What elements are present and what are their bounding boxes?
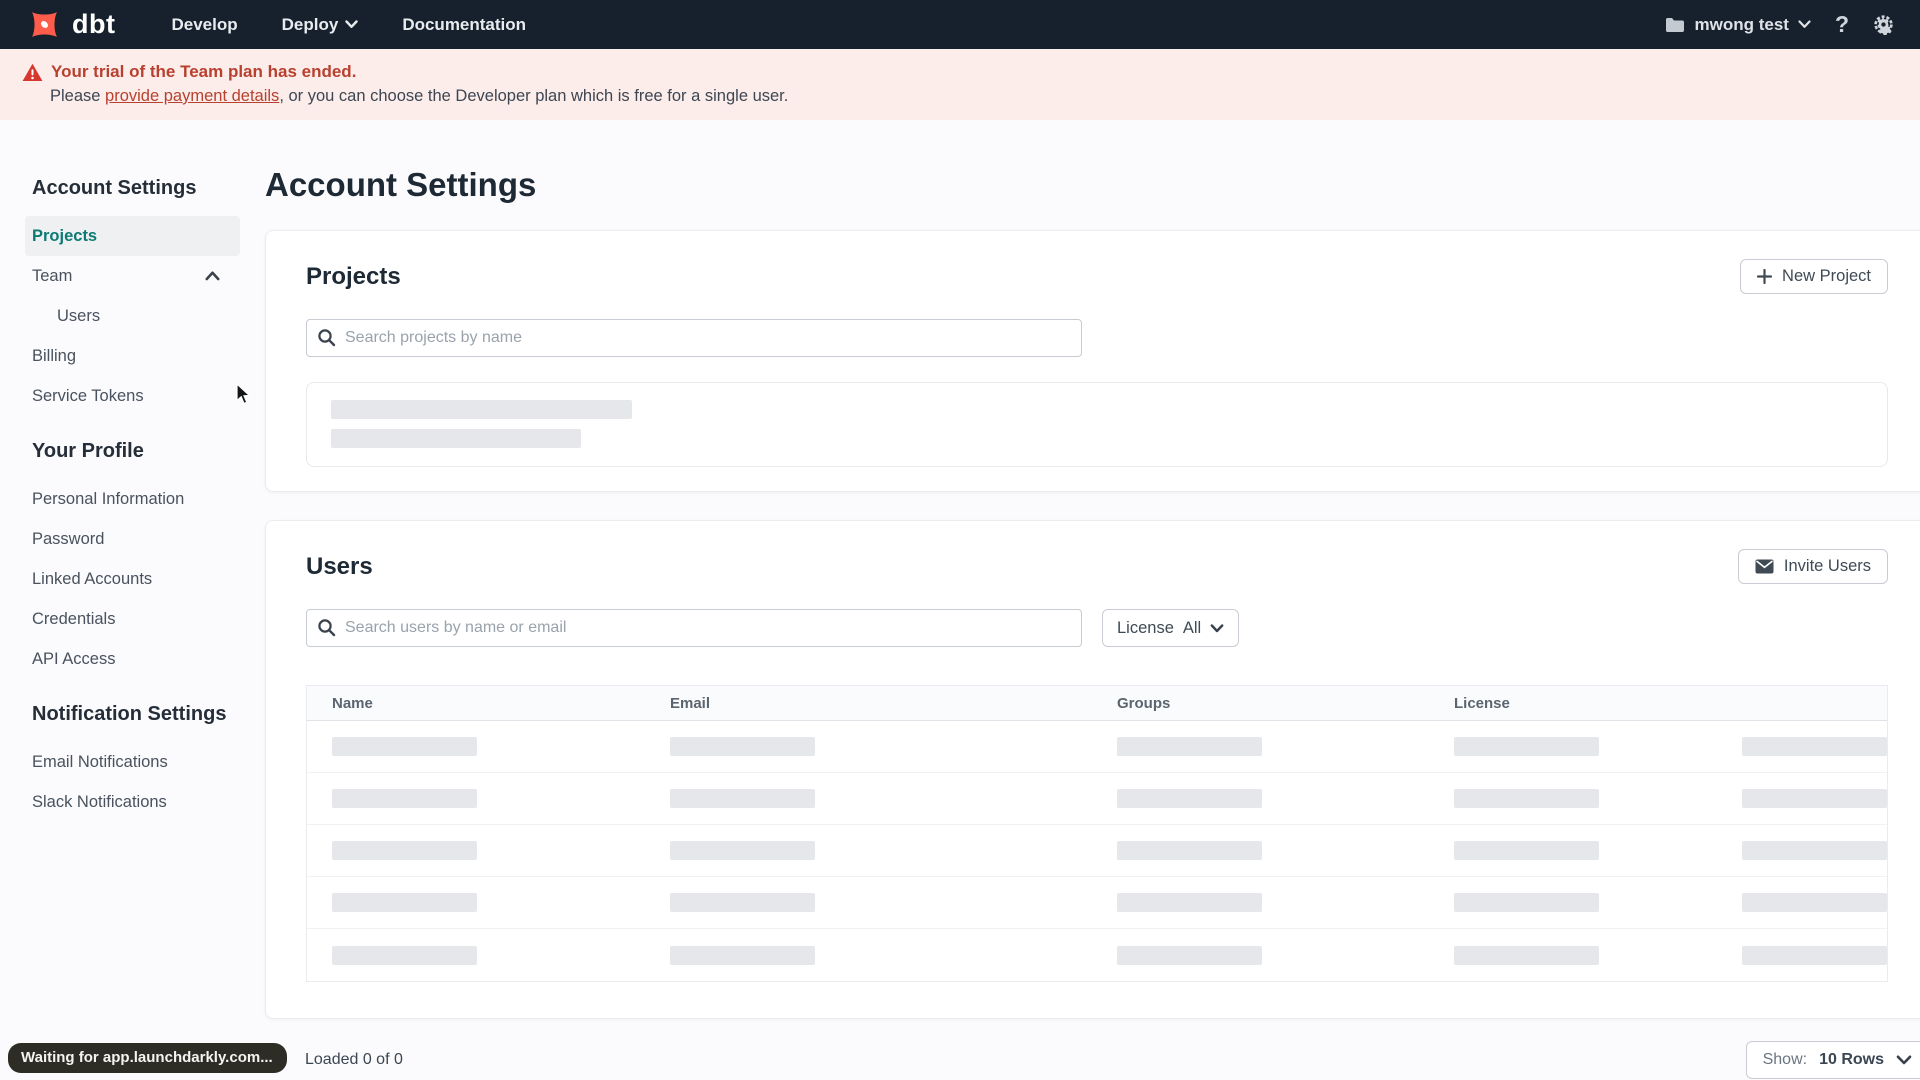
trial-ended-banner: Your trial of the Team plan has ended. P… — [0, 49, 1920, 120]
users-card: Users Invite Users License All — [265, 520, 1920, 1019]
sidebar-item-slack-notifications[interactable]: Slack Notifications — [25, 782, 240, 822]
sidebar-item-api-access[interactable]: API Access — [25, 639, 240, 679]
chevron-down-icon — [1798, 20, 1811, 29]
main-content: Account Settings Projects New Project Se… — [265, 120, 1920, 1079]
skeleton-bar — [670, 789, 815, 808]
skeleton-bar — [331, 429, 581, 448]
users-table: Name Email Groups License — [306, 685, 1888, 982]
sidebar-item-users[interactable]: Users — [25, 296, 240, 336]
table-row-skeleton — [307, 825, 1887, 877]
search-icon — [317, 618, 336, 642]
chevron-down-icon — [345, 20, 359, 29]
nav-deploy[interactable]: Deploy — [282, 15, 359, 35]
users-list-footer: Loaded 0 of 0 Show: 10 Rows — [265, 1041, 1920, 1079]
loaded-count: Loaded 0 of 0 — [305, 1051, 403, 1068]
nav-documentation[interactable]: Documentation — [402, 15, 526, 35]
top-nav: dbt Develop Deploy Documentation mwong t… — [0, 0, 1920, 49]
column-header-email: Email — [670, 694, 711, 712]
nav-links: Develop Deploy Documentation — [171, 15, 526, 35]
table-row-skeleton — [307, 773, 1887, 825]
chevron-up-icon — [205, 271, 220, 281]
page-title: Account Settings — [265, 166, 537, 203]
dbt-logo-text: dbt — [72, 9, 116, 39]
rows-per-page-dropdown[interactable]: Show: 10 Rows — [1745, 1041, 1920, 1079]
sidebar-item-email-notifications[interactable]: Email Notifications — [25, 742, 240, 782]
column-header-groups: Groups — [1117, 694, 1171, 712]
skeleton-bar — [670, 841, 815, 860]
dbt-logo-icon — [26, 6, 63, 43]
skeleton-bar — [332, 737, 477, 756]
sidebar-item-service-tokens[interactable]: Service Tokens — [25, 376, 240, 416]
help-icon[interactable]: ? — [1835, 11, 1849, 38]
sidebar-item-linked-accounts[interactable]: Linked Accounts — [25, 559, 240, 599]
skeleton-bar — [1742, 893, 1887, 912]
account-switcher[interactable]: mwong test — [1665, 14, 1811, 35]
users-section-title: Users — [306, 552, 373, 580]
project-loading-placeholder — [306, 382, 1888, 467]
sidebar-header-notification-settings: Notification Settings — [32, 703, 227, 725]
skeleton-bar — [331, 400, 632, 419]
skeleton-bar — [332, 893, 477, 912]
sidebar-header-your-profile: Your Profile — [32, 440, 144, 462]
sidebar-header-account-settings: Account Settings — [32, 177, 197, 199]
chevron-down-icon — [1210, 623, 1224, 633]
envelope-icon — [1755, 559, 1774, 574]
skeleton-bar — [1742, 945, 1887, 965]
projects-card: Projects New Project — [265, 230, 1920, 492]
column-header-license: License — [1454, 694, 1510, 712]
skeleton-bar — [1117, 945, 1262, 965]
skeleton-bar — [1117, 893, 1262, 912]
banner-body: Please provide payment details, or you c… — [50, 87, 789, 105]
folder-icon — [1665, 17, 1685, 33]
sidebar-item-personal-information[interactable]: Personal Information — [25, 479, 240, 519]
invite-users-button[interactable]: Invite Users — [1737, 549, 1888, 584]
skeleton-bar — [1117, 737, 1262, 756]
sidebar-item-credentials[interactable]: Credentials — [25, 599, 240, 639]
skeleton-bar — [670, 945, 815, 965]
banner-title: Your trial of the Team plan has ended. — [51, 62, 357, 81]
payment-details-link[interactable]: provide payment details — [105, 87, 279, 105]
sidebar-item-billing[interactable]: Billing — [25, 336, 240, 376]
skeleton-bar — [1117, 789, 1262, 808]
users-table-header: Name Email Groups License — [307, 686, 1887, 721]
dbt-logo[interactable]: dbt — [26, 6, 115, 43]
skeleton-bar — [332, 841, 477, 860]
plus-icon — [1757, 269, 1773, 284]
skeleton-bar — [670, 737, 815, 756]
table-row-skeleton — [307, 929, 1887, 981]
skeleton-bar — [670, 893, 815, 912]
projects-search-input[interactable] — [306, 319, 1082, 357]
column-header-name: Name — [332, 694, 373, 712]
nav-right: mwong test ? — [1665, 11, 1894, 38]
settings-sidebar: Account Settings Projects Team Users Bil… — [0, 120, 265, 1078]
users-search-input[interactable] — [306, 609, 1082, 647]
skeleton-bar — [1454, 841, 1599, 860]
sidebar-item-password[interactable]: Password — [25, 519, 240, 559]
mouse-cursor — [236, 382, 253, 410]
table-row-skeleton — [307, 721, 1887, 773]
sidebar-item-projects[interactable]: Projects — [25, 216, 240, 256]
skeleton-bar — [1454, 737, 1599, 756]
skeleton-bar — [332, 945, 477, 965]
gear-icon[interactable] — [1873, 14, 1894, 35]
skeleton-bar — [1742, 841, 1887, 860]
chevron-down-icon — [1896, 1055, 1912, 1065]
warning-icon — [22, 63, 43, 82]
table-row-skeleton — [307, 877, 1887, 929]
browser-status-tooltip: Waiting for app.launchdarkly.com... — [8, 1043, 287, 1073]
search-icon — [317, 328, 336, 352]
nav-develop[interactable]: Develop — [171, 15, 237, 35]
projects-section-title: Projects — [306, 262, 401, 290]
skeleton-bar — [1454, 945, 1599, 965]
sidebar-item-team[interactable]: Team — [25, 256, 240, 296]
skeleton-bar — [332, 789, 477, 808]
skeleton-bar — [1454, 789, 1599, 808]
skeleton-bar — [1742, 789, 1887, 808]
new-project-button[interactable]: New Project — [1740, 259, 1888, 294]
skeleton-bar — [1117, 841, 1262, 860]
skeleton-bar — [1454, 893, 1599, 912]
license-filter-dropdown[interactable]: License All — [1102, 609, 1240, 647]
account-name: mwong test — [1694, 14, 1789, 34]
skeleton-bar — [1742, 737, 1887, 756]
